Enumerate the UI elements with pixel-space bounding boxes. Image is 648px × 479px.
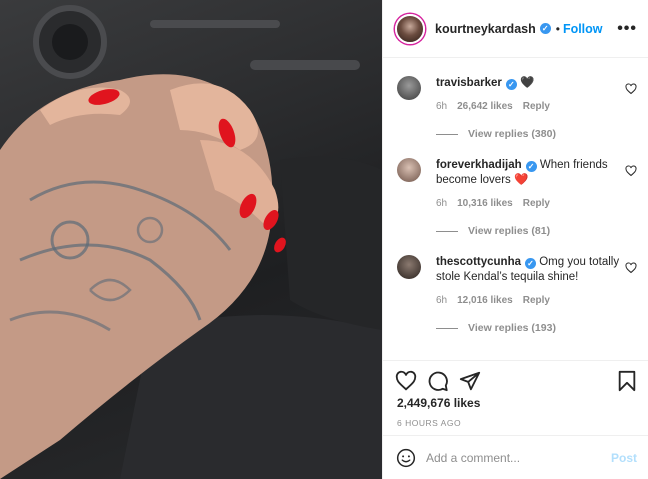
commenter-avatar[interactable] (397, 158, 421, 182)
bookmark-icon[interactable] (617, 370, 637, 392)
heart-icon[interactable] (395, 370, 417, 392)
post-detail-panel: kourtneykardash ✓ • Follow ••• travisbar… (382, 0, 648, 479)
likes-count[interactable]: 2,449,676 likes (397, 396, 480, 410)
post-header: kourtneykardash ✓ • Follow ••• (383, 0, 648, 58)
heart-icon[interactable] (625, 165, 637, 177)
divider-line (436, 327, 458, 329)
verified-icon: ✓ (505, 79, 517, 90)
commenter-username[interactable]: thescottycunha (436, 256, 521, 268)
separator-dot: • (555, 21, 560, 36)
reply-button[interactable]: Reply (523, 295, 550, 306)
commenter-username[interactable]: foreverkhadijah (436, 159, 522, 171)
view-replies-label: View replies (193) (468, 322, 556, 334)
follow-button[interactable]: Follow (563, 22, 603, 36)
commenter-username[interactable]: travisbarker (436, 77, 502, 89)
more-options-icon[interactable]: ••• (617, 20, 637, 38)
heart-icon[interactable] (625, 83, 637, 95)
share-icon[interactable] (459, 370, 481, 392)
reply-button[interactable]: Reply (523, 101, 550, 112)
comment-time: 6h (436, 198, 448, 209)
heart-icon[interactable] (625, 262, 637, 274)
view-replies-label: View replies (81) (468, 225, 551, 237)
reply-button[interactable]: Reply (523, 198, 550, 209)
post-timestamp[interactable]: 6 HOURS AGO (397, 418, 461, 428)
comment-icon[interactable] (427, 370, 449, 392)
comment-text: travisbarker ✓ 🖤 (436, 76, 622, 91)
add-comment-bar: Post (383, 435, 648, 479)
divider-line (436, 230, 458, 232)
comments-list[interactable]: travisbarker ✓ 🖤 6h 26,642 likes Reply View… (383, 58, 648, 360)
post-photo[interactable] (0, 0, 382, 479)
comment-content: 🖤 (520, 77, 535, 89)
comment-input[interactable] (426, 450, 606, 465)
verified-icon: ✓ (525, 161, 537, 172)
view-replies-button[interactable]: View replies (193) (436, 322, 556, 334)
commenter-avatar[interactable] (397, 255, 421, 279)
comment-meta: 6h 10,316 likes Reply (436, 198, 560, 209)
comment-time: 6h (436, 295, 448, 306)
commenter-avatar[interactable] (397, 76, 421, 100)
emoji-icon[interactable] (396, 448, 416, 468)
comment-likes[interactable]: 10,316 likes (457, 198, 513, 209)
verified-icon: ✓ (539, 23, 551, 34)
author-username[interactable]: kourtneykardash (435, 22, 536, 36)
post-photo-illustration (0, 5, 382, 479)
author-avatar[interactable] (395, 13, 425, 44)
comment-text: foreverkhadijah ✓ When friends become lov… (436, 158, 622, 188)
comment-meta: 6h 12,016 likes Reply (436, 295, 560, 306)
comment-text: thescottycunha ✓ Omg you totally stole Ke… (436, 255, 622, 285)
post-comment-button[interactable]: Post (611, 451, 637, 465)
comment-time: 6h (436, 101, 448, 112)
view-replies-button[interactable]: View replies (380) (436, 128, 556, 140)
comment-likes[interactable]: 12,016 likes (457, 295, 513, 306)
verified-icon: ✓ (525, 258, 536, 269)
post-actions: 2,449,676 likes 6 HOURS AGO (383, 360, 648, 435)
comment-meta: 6h 26,642 likes Reply (436, 101, 560, 112)
comment-likes[interactable]: 26,642 likes (457, 101, 513, 112)
divider-line (436, 133, 458, 135)
view-replies-button[interactable]: View replies (81) (436, 225, 550, 237)
view-replies-label: View replies (380) (468, 128, 556, 140)
